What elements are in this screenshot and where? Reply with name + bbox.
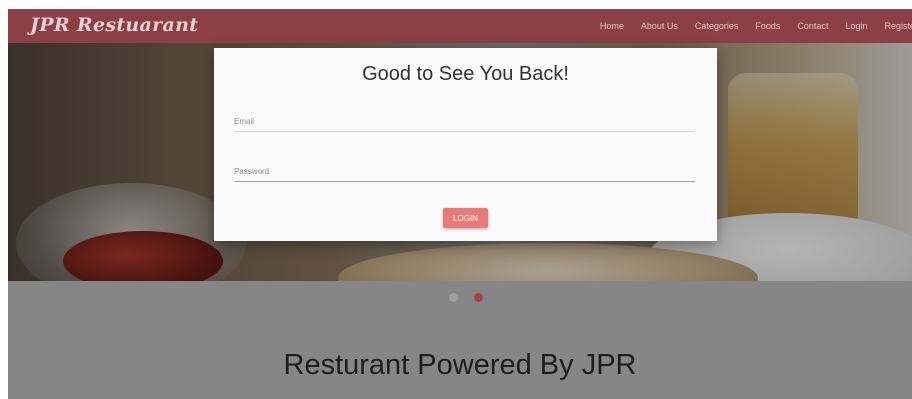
email-input[interactable] [234,111,695,132]
page-frame: JPR Restuarant Home About Us Categories … [8,9,912,399]
nav-link-home[interactable]: Home [600,21,624,31]
nav-link-foods[interactable]: Foods [755,21,780,31]
carousel-indicator-2[interactable] [474,293,483,302]
nav-link-contact[interactable]: Contact [797,21,828,31]
login-modal-title: Good to See You Back! [362,63,569,85]
brand-logo[interactable]: JPR Restuarant [30,14,198,36]
nav-links: Home About Us Categories Foods Contact L… [600,9,912,43]
navbar: JPR Restuarant Home About Us Categories … [8,9,912,43]
nav-link-about-us[interactable]: About Us [641,21,678,31]
nav-link-register[interactable]: Register [884,21,912,31]
carousel-indicators [449,293,483,302]
login-button[interactable]: LOGIN [443,208,488,228]
nav-link-categories[interactable]: Categories [695,21,739,31]
nav-link-login[interactable]: Login [845,21,867,31]
login-modal: Good to See You Back! LOGIN [214,48,717,241]
carousel-indicator-1[interactable] [449,293,458,302]
password-input[interactable] [234,161,695,182]
tagline-heading: Resturant Powered By JPR [283,349,637,381]
